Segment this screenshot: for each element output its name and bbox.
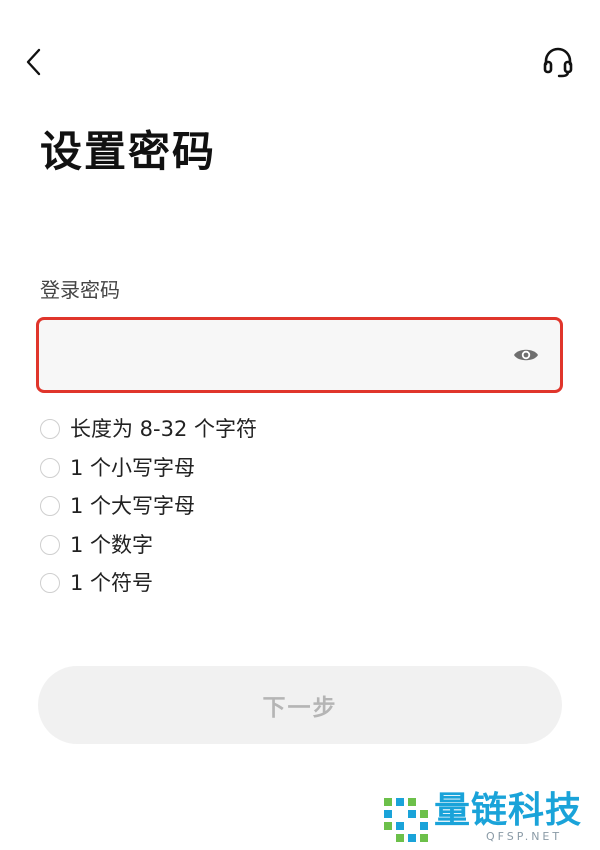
requirement-text: 1 个数字 [70,532,154,557]
requirement-lowercase: 1 个小写字母 [40,449,560,488]
watermark-subtext: QFSP.NET [486,830,563,843]
requirement-uppercase: 1 个大写字母 [40,487,560,526]
watermark-logo-icon [384,798,428,842]
requirement-text: 长度为 8-32 个字符 [70,417,258,442]
requirement-status-indicator [40,534,60,555]
password-field-container[interactable] [36,317,563,393]
password-requirements-list: 长度为 8-32 个字符 1 个小写字母 1 个大写字母 1 个数字 1 个符号 [40,410,560,603]
watermark: 量链科技 QFSP.NET [378,790,600,846]
requirement-digit: 1 个数字 [40,526,560,565]
requirement-status-indicator [40,496,60,517]
requirement-text: 1 个大写字母 [70,494,196,519]
next-step-button[interactable]: 下一步 [38,666,562,744]
watermark-text: 量链科技 [434,790,583,831]
toggle-password-visibility-button[interactable] [512,343,540,367]
customer-support-button[interactable] [538,42,578,82]
headset-icon [543,47,573,78]
header-bar [0,0,600,120]
requirement-length: 长度为 8-32 个字符 [40,410,560,449]
requirement-text: 1 个小写字母 [70,455,196,480]
requirement-symbol: 1 个符号 [40,564,560,603]
password-input[interactable] [53,320,497,392]
requirement-status-indicator [40,457,60,478]
back-button[interactable] [18,44,50,80]
requirement-status-indicator [40,573,60,594]
eye-icon [514,349,538,361]
chevron-left-icon [26,48,41,76]
page-title: 设置密码 [40,127,217,176]
requirement-status-indicator [40,419,60,440]
password-label: 登录密码 [40,278,120,302]
requirement-text: 1 个符号 [70,571,154,596]
